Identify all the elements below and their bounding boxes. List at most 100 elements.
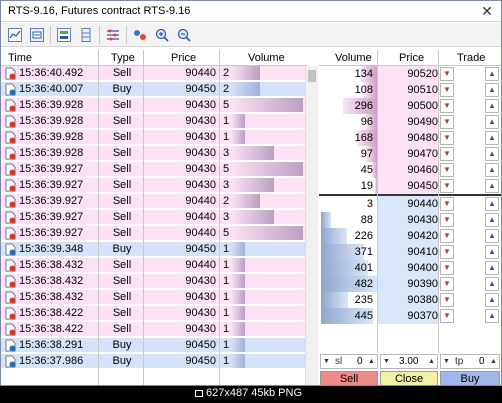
buy-limit-dropdown-icon[interactable]: ▲ — [485, 245, 499, 259]
volume-stepper[interactable]: ▼ 3.00 ▲ — [380, 354, 438, 369]
sell-limit-dropdown-icon[interactable]: ▼ — [440, 67, 454, 81]
ask-level-row[interactable]: 19 90450 ▼ ▲ — [319, 178, 501, 194]
sell-limit-dropdown-icon[interactable]: ▼ — [440, 179, 454, 193]
table-row[interactable]: 15:36:39.927 Sell 90440 2 — [1, 194, 307, 209]
depth-of-market-icon[interactable] — [55, 26, 73, 44]
table-row[interactable]: 15:36:39.928 Sell 90430 5 — [1, 98, 307, 113]
zoom-out-icon[interactable] — [175, 26, 193, 44]
bid-level-row[interactable]: 88 90430 ▼ ▲ — [319, 212, 501, 228]
take-profit-value[interactable]: 0 — [479, 356, 485, 367]
table-row[interactable]: 15:36:39.927 Sell 90440 3 — [1, 210, 307, 225]
table-row[interactable]: 15:36:39.348 Buy 90450 1 — [1, 242, 307, 257]
close-icon[interactable]: ✕ — [479, 3, 495, 19]
table-row[interactable]: 15:36:38.422 Sell 90430 1 — [1, 306, 307, 321]
trades-scrollbar[interactable] — [305, 66, 318, 385]
buy-limit-dropdown-icon[interactable]: ▲ — [485, 163, 499, 177]
buy-limit-dropdown-icon[interactable]: ▲ — [485, 115, 499, 129]
take-profit-up-icon[interactable]: ▲ — [489, 355, 498, 368]
table-row[interactable]: 15:36:39.928 Sell 90430 1 — [1, 114, 307, 129]
volume-up-icon[interactable]: ▲ — [427, 355, 436, 368]
chart-line-icon[interactable] — [6, 26, 24, 44]
buy-limit-dropdown-icon[interactable]: ▲ — [485, 277, 499, 291]
link-icon[interactable] — [131, 26, 149, 44]
stop-loss-up-icon[interactable]: ▲ — [367, 355, 376, 368]
depth-col-price-header[interactable]: Price — [399, 52, 424, 64]
bid-level-row[interactable]: 235 90380 ▼ ▲ — [319, 292, 501, 308]
ask-level-row[interactable]: 134 90520 ▼ ▲ — [319, 66, 501, 82]
col-time-header[interactable]: Time — [8, 52, 32, 64]
bid-level-row[interactable]: 401 90400 ▼ ▲ — [319, 260, 501, 276]
depth-col-volume-header[interactable]: Volume — [335, 52, 372, 64]
column-icon[interactable] — [77, 26, 95, 44]
col-volume-header[interactable]: Volume — [248, 52, 285, 64]
table-row[interactable]: 15:36:38.432 Sell 90440 1 — [1, 258, 307, 273]
bid-level-row[interactable]: 445 90370 ▼ ▲ — [319, 308, 501, 324]
sell-limit-dropdown-icon[interactable]: ▼ — [440, 293, 454, 307]
buy-limit-dropdown-icon[interactable]: ▲ — [485, 147, 499, 161]
table-row[interactable]: 15:36:38.291 Buy 90450 1 — [1, 338, 307, 353]
col-price-header[interactable]: Price — [171, 52, 196, 64]
sell-limit-dropdown-icon[interactable]: ▼ — [440, 213, 454, 227]
bid-level-row[interactable]: 226 90420 ▼ ▲ — [319, 228, 501, 244]
buy-limit-dropdown-icon[interactable]: ▲ — [485, 131, 499, 145]
table-row[interactable]: 15:36:37.986 Buy 90450 1 — [1, 354, 307, 369]
zoom-in-icon[interactable] — [153, 26, 171, 44]
buy-limit-dropdown-icon[interactable]: ▲ — [485, 213, 499, 227]
ask-level-row[interactable]: 96 90490 ▼ ▲ — [319, 114, 501, 130]
bid-level-row[interactable]: 3 90440 ▼ ▲ — [319, 196, 501, 212]
close-position-button[interactable]: Close — [380, 371, 438, 385]
bid-level-row[interactable]: 482 90390 ▼ ▲ — [319, 276, 501, 292]
buy-button[interactable]: Buy — [440, 371, 500, 385]
buy-limit-dropdown-icon[interactable]: ▲ — [485, 261, 499, 275]
chart-tick-icon[interactable] — [28, 26, 46, 44]
col-type-header[interactable]: Type — [111, 52, 135, 64]
sell-limit-dropdown-icon[interactable]: ▼ — [440, 229, 454, 243]
stop-loss-down-icon[interactable]: ▼ — [322, 355, 331, 368]
sell-limit-dropdown-icon[interactable]: ▼ — [440, 83, 454, 97]
table-row[interactable]: 15:36:39.928 Sell 90430 1 — [1, 130, 307, 145]
sell-limit-dropdown-icon[interactable]: ▼ — [440, 163, 454, 177]
buy-limit-dropdown-icon[interactable]: ▲ — [485, 197, 499, 211]
depth-col-trade-header[interactable]: Trade — [457, 52, 485, 64]
buy-limit-dropdown-icon[interactable]: ▲ — [485, 67, 499, 81]
take-profit-stepper[interactable]: ▼ tp 0 ▲ — [440, 354, 500, 369]
table-row[interactable]: 15:36:38.432 Sell 90430 1 — [1, 290, 307, 305]
sell-limit-dropdown-icon[interactable]: ▼ — [440, 131, 454, 145]
sell-limit-dropdown-icon[interactable]: ▼ — [440, 277, 454, 291]
ask-level-row[interactable]: 296 90500 ▼ ▲ — [319, 98, 501, 114]
sell-button[interactable]: Sell — [320, 371, 378, 385]
table-row[interactable]: 15:36:39.928 Sell 90430 3 — [1, 146, 307, 161]
sell-limit-dropdown-icon[interactable]: ▼ — [440, 115, 454, 129]
table-row[interactable]: 15:36:40.492 Sell 90440 2 — [1, 66, 307, 81]
take-profit-down-icon[interactable]: ▼ — [442, 355, 451, 368]
buy-limit-dropdown-icon[interactable]: ▲ — [485, 229, 499, 243]
buy-limit-dropdown-icon[interactable]: ▲ — [485, 83, 499, 97]
buy-limit-dropdown-icon[interactable]: ▲ — [485, 179, 499, 193]
sell-limit-dropdown-icon[interactable]: ▼ — [440, 147, 454, 161]
table-row[interactable]: 15:36:39.927 Sell 90430 3 — [1, 178, 307, 193]
sell-limit-dropdown-icon[interactable]: ▼ — [440, 309, 454, 323]
volume-down-icon[interactable]: ▼ — [382, 355, 391, 368]
buy-limit-dropdown-icon[interactable]: ▲ — [485, 293, 499, 307]
stop-loss-stepper[interactable]: ▼ sl 0 ▲ — [320, 354, 378, 369]
buy-limit-dropdown-icon[interactable]: ▲ — [485, 309, 499, 323]
ask-level-row[interactable]: 108 90510 ▼ ▲ — [319, 82, 501, 98]
table-row[interactable]: 15:36:38.422 Sell 90430 1 — [1, 322, 307, 337]
stop-loss-value[interactable]: 0 — [357, 356, 363, 367]
sell-limit-dropdown-icon[interactable]: ▼ — [440, 261, 454, 275]
sell-limit-dropdown-icon[interactable]: ▼ — [440, 245, 454, 259]
bid-level-row[interactable]: 371 90410 ▼ ▲ — [319, 244, 501, 260]
table-row[interactable]: 15:36:40.007 Buy 90450 2 — [1, 82, 307, 97]
buy-limit-dropdown-icon[interactable]: ▲ — [485, 99, 499, 113]
settings-list-icon[interactable] — [104, 26, 122, 44]
table-row[interactable]: 15:36:39.927 Sell 90430 5 — [1, 162, 307, 177]
scrollbar-thumb[interactable] — [308, 70, 316, 82]
volume-value[interactable]: 3.00 — [399, 356, 418, 367]
ask-level-row[interactable]: 97 90470 ▼ ▲ — [319, 146, 501, 162]
ask-level-row[interactable]: 168 90480 ▼ ▲ — [319, 130, 501, 146]
table-row[interactable]: 15:36:39.927 Sell 90440 5 — [1, 226, 307, 241]
sell-limit-dropdown-icon[interactable]: ▼ — [440, 197, 454, 211]
sell-limit-dropdown-icon[interactable]: ▼ — [440, 99, 454, 113]
table-row[interactable]: 15:36:38.432 Sell 90430 1 — [1, 274, 307, 289]
ask-level-row[interactable]: 45 90460 ▼ ▲ — [319, 162, 501, 178]
